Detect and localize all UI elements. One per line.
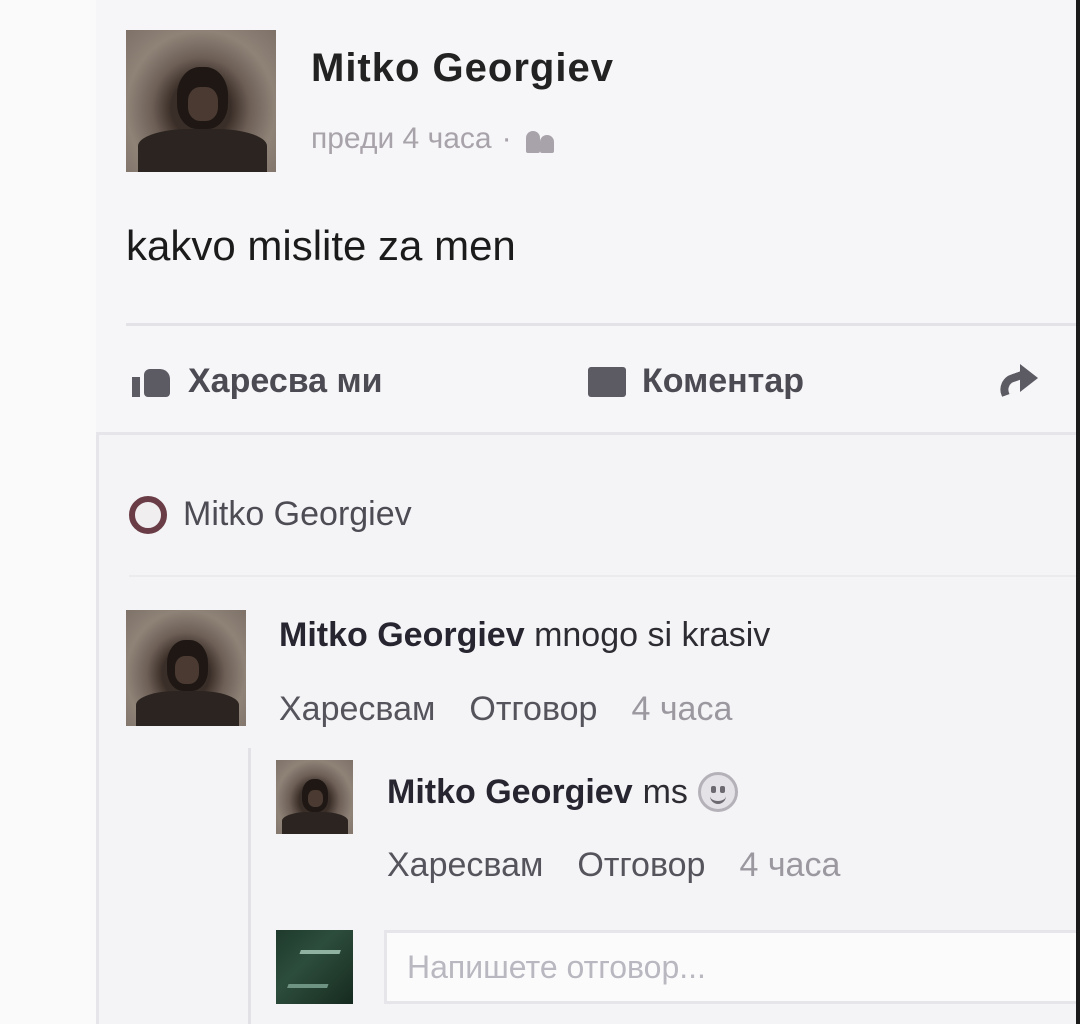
current-user-avatar — [276, 930, 353, 1004]
reply-text: ms — [642, 772, 688, 811]
reaction-icon — [129, 495, 167, 534]
reply-author[interactable]: Mitko Georgiev — [387, 773, 633, 812]
comments-divider — [129, 575, 1076, 577]
comment-button[interactable]: Коментар — [588, 362, 804, 401]
share-icon — [994, 362, 1040, 394]
post-actions-bar: Харесва ми Коментар — [126, 356, 1076, 416]
seen-by-name: Mitko Georgiev — [183, 495, 412, 533]
like-button[interactable]: Харесва ми — [132, 362, 383, 401]
post-author-name[interactable]: Mitko Georgiev — [311, 46, 614, 91]
reply-time[interactable]: 4 часа — [739, 846, 840, 885]
thumbs-up-icon — [132, 367, 172, 397]
reply-meta: Харесвам Отговор 4 часа — [387, 846, 840, 885]
like-label: Харесва ми — [188, 362, 383, 400]
reply-input[interactable] — [384, 930, 1076, 1004]
share-button[interactable] — [994, 362, 1040, 394]
post-time[interactable]: преди 4 часа — [311, 122, 492, 156]
comment-meta: Харесвам Отговор 4 часа — [279, 690, 732, 729]
comment-text: mnogo si krasiv — [534, 616, 771, 654]
smiley-icon — [697, 772, 738, 812]
reply-reply-link[interactable]: Отговор — [577, 846, 705, 885]
seen-by[interactable]: Mitko Georgiev — [129, 495, 412, 534]
meta-separator: · — [501, 122, 512, 155]
post-page: Mitko Georgiev преди 4 часа · kakvo misl… — [0, 0, 1076, 1024]
reply-comment: Mitko Georgiev ms — [387, 772, 738, 812]
comment-icon — [588, 366, 626, 397]
friends-icon[interactable] — [522, 125, 558, 153]
comment: Mitko Georgiev mnogo si krasiv — [279, 616, 770, 655]
comment-avatar[interactable] — [126, 610, 246, 726]
reply-avatar[interactable] — [276, 760, 353, 834]
post-author-avatar[interactable] — [126, 30, 276, 172]
comment-time[interactable]: 4 часа — [631, 690, 732, 729]
reply-like-link[interactable]: Харесвам — [387, 846, 543, 885]
left-margin — [0, 0, 96, 1024]
reply-thread-line — [248, 748, 251, 1024]
comment-like-link[interactable]: Харесвам — [279, 690, 435, 729]
comment-author[interactable]: Mitko Georgiev — [279, 616, 525, 654]
post-text: kakvo mislite za men — [126, 222, 516, 269]
post-meta: преди 4 часа · — [311, 122, 558, 156]
comment-label: Коментар — [642, 362, 804, 400]
comment-reply-link[interactable]: Отговор — [469, 690, 597, 729]
post-divider — [126, 323, 1076, 326]
